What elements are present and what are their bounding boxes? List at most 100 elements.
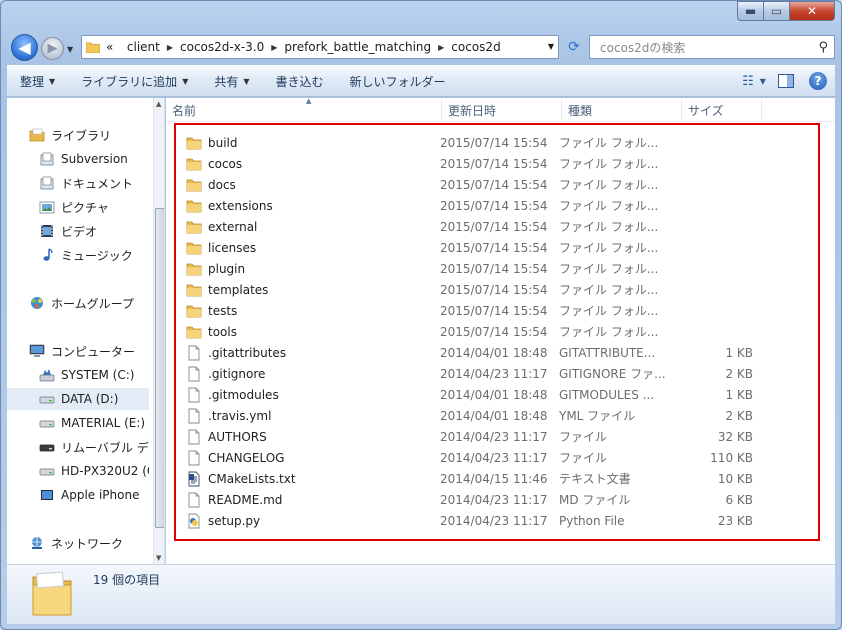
file-name-cell: external bbox=[174, 219, 439, 235]
file-row[interactable]: .travis.yml 2014/04/01 18:48 YML ファイル 2 KB bbox=[174, 405, 814, 426]
preview-pane-button[interactable] bbox=[775, 70, 797, 92]
nav-item[interactable]: ビデオ bbox=[7, 220, 149, 242]
new-folder-button[interactable]: 新しいフォルダー bbox=[337, 66, 459, 96]
breadcrumb-item[interactable]: cocos2d bbox=[451, 40, 500, 54]
address-bar[interactable]: « client ▶ cocos2d-x-3.0 ▶ prefork_battle_ma… bbox=[81, 35, 559, 59]
file-date: 2014/04/23 11:17 bbox=[440, 450, 548, 465]
file-row[interactable]: external 2015/07/14 15:54 ファイル フォル... bbox=[174, 216, 814, 237]
column-date-label: 更新日時 bbox=[448, 103, 497, 118]
breadcrumb-item[interactable]: prefork_battle_matching bbox=[284, 40, 431, 54]
scroll-up-icon[interactable]: ▲ bbox=[156, 100, 161, 108]
scroll-down-icon[interactable]: ▼ bbox=[156, 554, 161, 562]
file-row[interactable]: CMakeLists.txt 2014/04/15 11:46 テキスト文書 10 K… bbox=[174, 468, 814, 489]
nav-item[interactable]: SYSTEM (C:) bbox=[7, 364, 149, 386]
file-row[interactable]: plugin 2015/07/14 15:54 ファイル フォル... bbox=[174, 258, 814, 279]
file-type: ファイル フォル... bbox=[559, 157, 659, 171]
close-button[interactable]: ✕ bbox=[790, 1, 835, 21]
nav-item[interactable]: ネットワーク bbox=[7, 532, 149, 554]
file-type: ファイル フォル... bbox=[559, 199, 659, 213]
chevron-right-icon[interactable]: ▶ bbox=[438, 43, 444, 52]
column-header-name[interactable]: 名前 ▲ bbox=[166, 97, 442, 122]
file-name-cell: .gitmodules bbox=[174, 387, 439, 403]
file-row[interactable]: setup.py 2014/04/23 11:17 Python File 23 KB bbox=[174, 510, 814, 531]
file-row[interactable]: docs 2015/07/14 15:54 ファイル フォル... bbox=[174, 174, 814, 195]
file-row[interactable]: templates 2015/07/14 15:54 ファイル フォル... bbox=[174, 279, 814, 300]
column-header-size[interactable]: サイズ bbox=[682, 98, 762, 122]
file-row[interactable]: CHANGELOG 2014/04/23 11:17 ファイル 110 KB bbox=[174, 447, 814, 468]
file-date: 2015/07/14 15:54 bbox=[440, 261, 548, 276]
breadcrumb: client ▶ cocos2d-x-3.0 ▶ prefork_battle_matc… bbox=[127, 40, 501, 54]
search-box[interactable]: cocos2dの検索 ⚲ bbox=[589, 35, 835, 59]
nav-item[interactable]: ピクチャ bbox=[7, 196, 149, 218]
breadcrumb-item[interactable]: client bbox=[127, 40, 160, 54]
pictures-icon bbox=[39, 199, 55, 215]
file-name: tests bbox=[208, 303, 238, 318]
file-size: 32 KB bbox=[717, 429, 753, 444]
organize-button[interactable]: 整理 ▼ bbox=[7, 66, 68, 96]
file-row[interactable]: extensions 2015/07/14 15:54 ファイル フォル... bbox=[174, 195, 814, 216]
file-name-cell: AUTHORS bbox=[174, 429, 439, 445]
file-row[interactable]: tools 2015/07/14 15:54 ファイル フォル... bbox=[174, 321, 814, 342]
address-overflow[interactable]: « bbox=[106, 40, 113, 54]
file-row[interactable]: .gitignore 2014/04/23 11:17 GITIGNORE ファ..… bbox=[174, 363, 814, 384]
file-row[interactable]: AUTHORS 2014/04/23 11:17 ファイル 32 KB bbox=[174, 426, 814, 447]
nav-item-label: ミュージック bbox=[61, 248, 133, 263]
maximize-button[interactable]: ▭ bbox=[764, 1, 790, 21]
nav-item[interactable]: リムーバブル デ bbox=[7, 436, 149, 458]
file-date: 2014/04/01 18:48 bbox=[440, 345, 548, 360]
file-type: ファイル フォル... bbox=[559, 304, 659, 318]
back-button[interactable]: ◀ bbox=[11, 34, 38, 61]
nav-item[interactable]: Subversion bbox=[7, 148, 149, 170]
search-icon: ⚲ bbox=[818, 40, 828, 55]
column-header-type[interactable]: 種類 bbox=[562, 98, 682, 122]
nav-item[interactable]: HD-PX320U2 (G bbox=[7, 460, 149, 482]
nav-item[interactable]: MATERIAL (E:) bbox=[7, 412, 149, 434]
scrollbar-thumb[interactable] bbox=[155, 208, 164, 528]
nav-item[interactable]: コンピューター bbox=[7, 340, 149, 362]
forward-button[interactable]: ▶ bbox=[41, 37, 64, 60]
search-input[interactable]: cocos2dの検索 bbox=[600, 39, 685, 56]
nav-item[interactable]: ドキュメント bbox=[7, 172, 149, 194]
chevron-right-icon[interactable]: ▶ bbox=[167, 43, 173, 52]
column-name-label: 名前 bbox=[172, 103, 197, 118]
help-button[interactable]: ? bbox=[807, 70, 829, 92]
file-row[interactable]: build 2015/07/14 15:54 ファイル フォル... bbox=[174, 132, 814, 153]
back-arrow-icon: ◀ bbox=[18, 38, 31, 57]
add-to-library-button[interactable]: ライブラリに追加 ▼ bbox=[68, 66, 201, 96]
file-row[interactable]: licenses 2015/07/14 15:54 ファイル フォル... bbox=[174, 237, 814, 258]
share-button[interactable]: 共有 ▼ bbox=[201, 66, 262, 96]
column-header-date[interactable]: 更新日時 bbox=[442, 98, 562, 122]
burn-button[interactable]: 書き込む bbox=[263, 66, 337, 96]
recent-pages-dropdown[interactable]: ▼ bbox=[67, 45, 77, 55]
nav-item[interactable]: DATA (D:) bbox=[7, 388, 149, 410]
file-row[interactable]: .gitmodules 2014/04/01 18:48 GITMODULES ..… bbox=[174, 384, 814, 405]
chevron-down-icon: ▼ bbox=[759, 76, 766, 86]
file-name-cell: licenses bbox=[174, 240, 439, 256]
refresh-button[interactable]: ⟳ bbox=[563, 35, 585, 59]
file-name: plugin bbox=[208, 261, 246, 276]
navigation-pane: ライブラリ Subversion ドキュメント ピクチャ ビデオミュージックホームグルー… bbox=[7, 98, 165, 564]
file-row[interactable]: README.md 2014/04/23 11:17 MD ファイル 6 KB bbox=[174, 489, 814, 510]
nav-item-label: ホームグループ bbox=[51, 296, 134, 311]
breadcrumb-item[interactable]: cocos2d-x-3.0 bbox=[180, 40, 264, 54]
navigation-scrollbar[interactable]: ▲ ▼ bbox=[153, 98, 164, 564]
file-row[interactable]: tests 2015/07/14 15:54 ファイル フォル... bbox=[174, 300, 814, 321]
nav-item[interactable]: ホームグループ bbox=[7, 292, 149, 314]
chevron-right-icon[interactable]: ▶ bbox=[271, 43, 277, 52]
file-row[interactable]: cocos 2015/07/14 15:54 ファイル フォル... bbox=[174, 153, 814, 174]
file-date: 2015/07/14 15:54 bbox=[440, 240, 548, 255]
share-label: 共有 bbox=[214, 74, 239, 89]
view-options-button[interactable]: ☷ ▼ bbox=[742, 70, 766, 92]
file-name-cell: docs bbox=[174, 177, 439, 193]
drive-icon bbox=[39, 391, 55, 407]
new-folder-label: 新しいフォルダー bbox=[349, 74, 446, 89]
nav-item[interactable]: Apple iPhone bbox=[7, 484, 149, 506]
nav-item[interactable]: ミュージック bbox=[7, 244, 149, 266]
chevron-down-icon[interactable]: ▼ bbox=[548, 42, 554, 51]
file-name: .gitattributes bbox=[208, 345, 287, 360]
minimize-button[interactable]: ▬ bbox=[737, 1, 764, 21]
nav-item[interactable]: ライブラリ bbox=[7, 124, 149, 146]
file-row[interactable]: .gitattributes 2014/04/01 18:48 GITATTRIBU… bbox=[174, 342, 814, 363]
file-name: .gitmodules bbox=[208, 387, 279, 402]
homegroup-icon bbox=[29, 295, 45, 311]
